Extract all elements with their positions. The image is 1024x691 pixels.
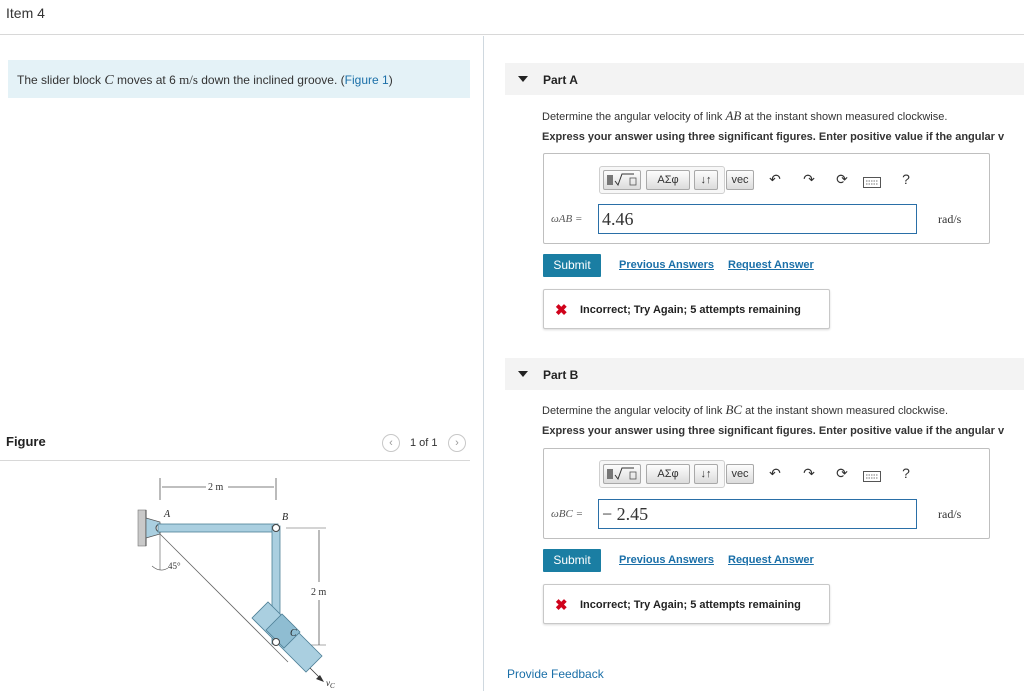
part-b-question: Determine the angular velocity of link B… xyxy=(542,402,949,417)
help-icon[interactable]: ? xyxy=(897,171,915,187)
part-a-request-answer-link[interactable]: Request Answer xyxy=(728,259,814,271)
figure-next-button[interactable]: › xyxy=(448,434,466,452)
part-a-variable-label: ωAB = xyxy=(551,213,583,225)
reset-icon[interactable]: ⟳ xyxy=(833,465,851,482)
part-b-submit-button[interactable]: Submit xyxy=(543,549,601,572)
vec-button[interactable]: vec xyxy=(726,170,754,190)
collapse-caret-icon[interactable] xyxy=(518,371,528,377)
help-icon[interactable]: ? xyxy=(897,465,915,481)
var-c: C xyxy=(104,73,114,88)
part-a-question: Determine the angular velocity of link A… xyxy=(542,108,948,123)
part-a-feedback-text: Incorrect; Try Again; 5 attempts remaini… xyxy=(580,304,801,316)
part-b-feedback-text: Incorrect; Try Again; 5 attempts remaini… xyxy=(580,599,801,611)
figure-pager: 1 of 1 xyxy=(410,437,438,449)
dim-right-label: 2 m xyxy=(311,587,327,598)
part-a-header[interactable] xyxy=(505,63,1024,95)
point-c-label: C xyxy=(290,628,297,639)
column-divider xyxy=(483,36,484,691)
radical-template-icon xyxy=(607,467,637,481)
incorrect-icon: ✖ xyxy=(555,597,568,614)
vec-button[interactable]: vec xyxy=(726,464,754,484)
sort-button[interactable]: ↓↑ xyxy=(694,170,718,190)
figure-divider xyxy=(0,460,470,461)
figure-prev-button[interactable]: ‹ xyxy=(382,434,400,452)
redo-icon[interactable]: ↷ xyxy=(800,465,818,482)
radical-template-icon xyxy=(607,173,637,187)
dim-top-label: 2 m xyxy=(208,482,224,493)
vc-sub: C xyxy=(330,682,335,690)
part-a-previous-answers-link[interactable]: Previous Answers xyxy=(619,259,714,271)
part-b-previous-answers-link[interactable]: Previous Answers xyxy=(619,554,714,566)
collapse-caret-icon[interactable] xyxy=(518,76,528,82)
templates-button[interactable] xyxy=(603,464,641,484)
greek-button[interactable]: ΑΣφ xyxy=(646,170,690,190)
templates-button[interactable] xyxy=(603,170,641,190)
part-b-instruction: Express your answer using three signific… xyxy=(542,425,1005,437)
keyboard-icon[interactable] xyxy=(863,469,881,487)
part-b-answer-input[interactable]: − 2.45 xyxy=(598,499,917,529)
header-divider xyxy=(0,34,1024,35)
sort-button[interactable]: ↓↑ xyxy=(694,464,718,484)
undo-icon[interactable]: ↶ xyxy=(766,171,784,188)
part-a-instruction: Express your answer using three signific… xyxy=(542,131,1005,143)
part-a-answer-input[interactable]: 4.46 xyxy=(598,204,917,234)
greek-button[interactable]: ΑΣφ xyxy=(646,464,690,484)
provide-feedback-link[interactable]: Provide Feedback xyxy=(507,667,604,681)
figure-label: Figure xyxy=(6,434,46,449)
mechanism-figure: 2 m A B 2 m 45° C vC xyxy=(137,478,335,690)
incorrect-icon: ✖ xyxy=(555,302,568,319)
keyboard-icon[interactable] xyxy=(863,175,881,193)
part-a-submit-button[interactable]: Submit xyxy=(543,254,601,277)
point-b-label: B xyxy=(282,512,288,523)
angle-label: 45° xyxy=(168,561,181,571)
redo-icon[interactable]: ↷ xyxy=(800,171,818,188)
problem-statement: The slider block C moves at 6 m/s down t… xyxy=(17,72,393,88)
part-b-header[interactable] xyxy=(505,358,1024,390)
svg-text:vC: vC xyxy=(326,678,335,690)
part-b-label: Part B xyxy=(543,368,579,382)
part-a-label: Part A xyxy=(543,73,578,87)
part-b-unit: rad/s xyxy=(938,507,962,521)
figure-link[interactable]: Figure 1 xyxy=(345,73,389,87)
part-b-request-answer-link[interactable]: Request Answer xyxy=(728,554,814,566)
reset-icon[interactable]: ⟳ xyxy=(833,171,851,188)
part-a-unit: rad/s xyxy=(938,212,962,226)
undo-icon[interactable]: ↶ xyxy=(766,465,784,482)
part-b-variable-label: ωBC = xyxy=(551,508,583,520)
item-title: Item 4 xyxy=(6,5,45,21)
point-a-label: A xyxy=(163,509,171,520)
